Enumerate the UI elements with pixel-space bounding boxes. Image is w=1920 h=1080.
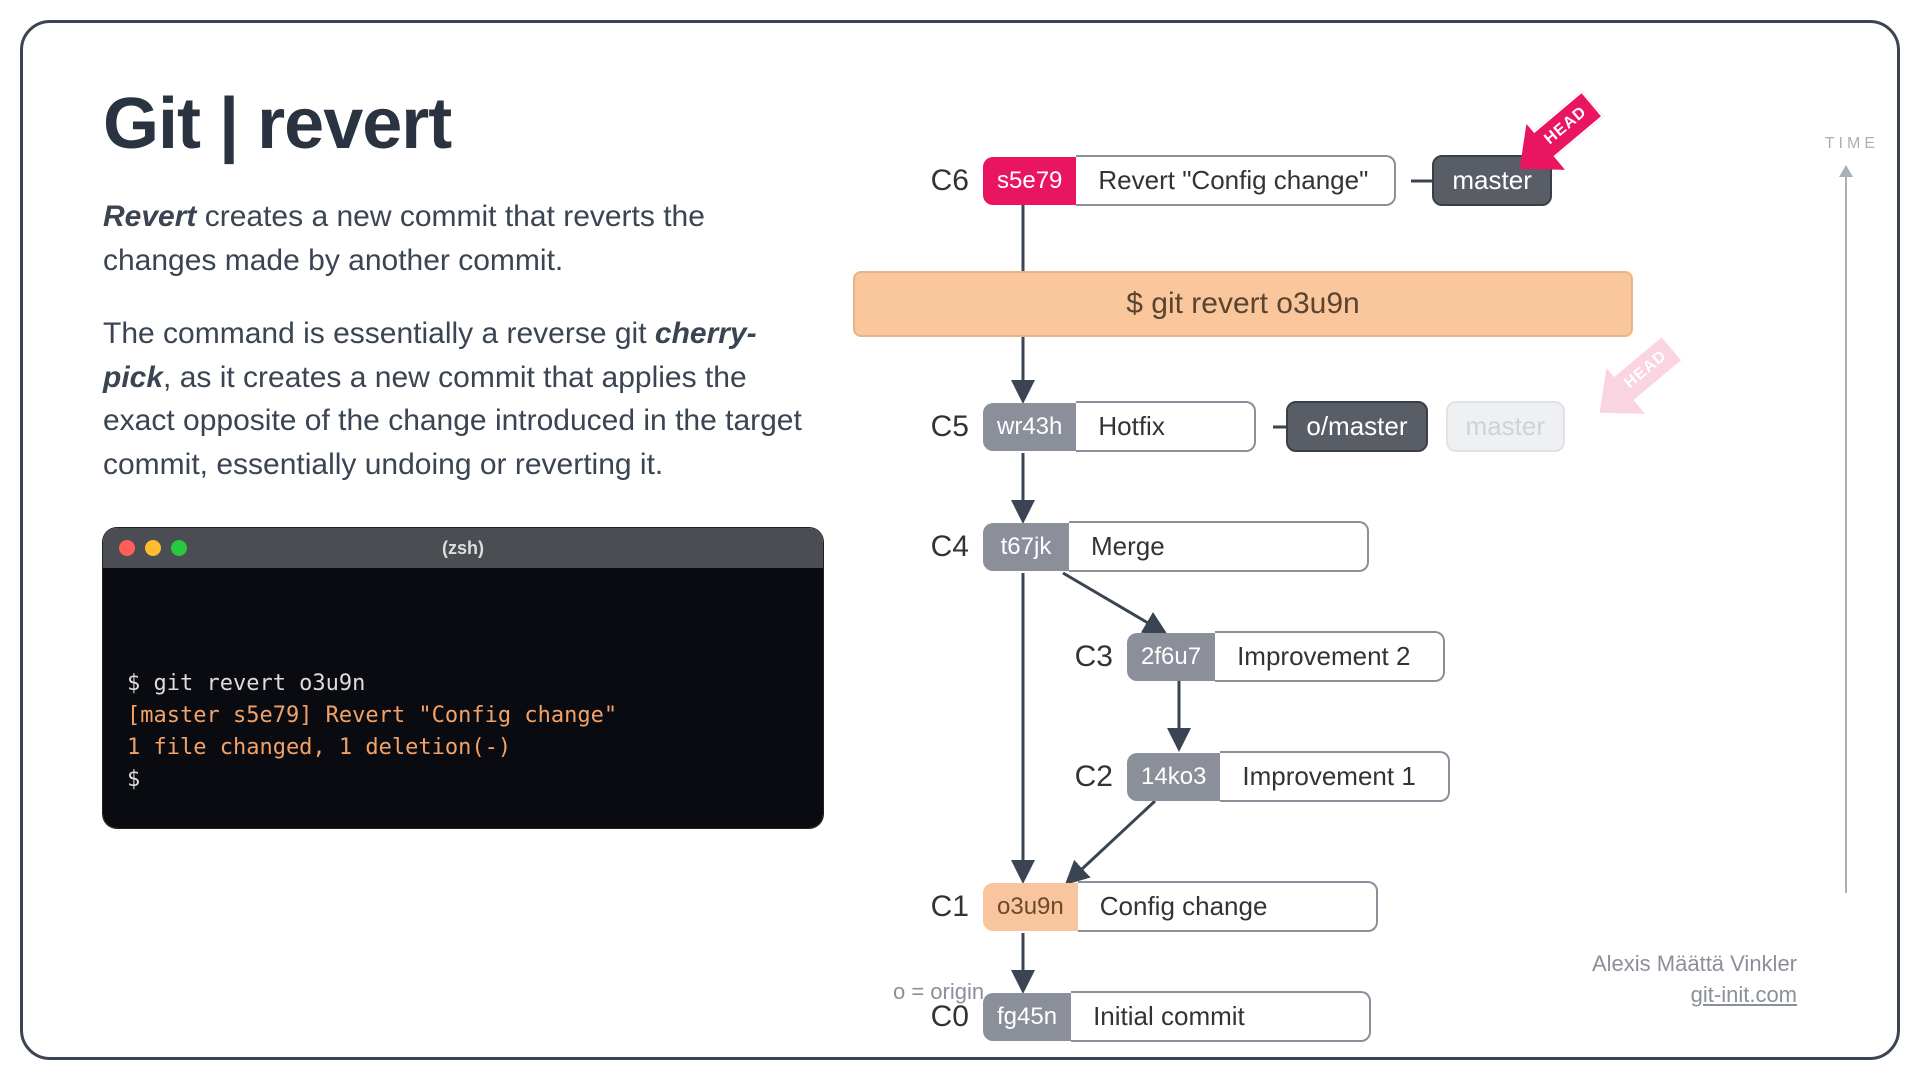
ghost-master-tag: master [1446, 401, 1565, 452]
commit-c4-label: C4 [905, 530, 969, 564]
commit-c3-msg: Improvement 2 [1215, 631, 1445, 682]
commit-c0-hash: fg45n [983, 993, 1071, 1041]
time-axis-line [1845, 173, 1847, 893]
commit-c5-hash: wr43h [983, 403, 1076, 451]
terminal-body: $ git revert o3u9n [master s5e79] Revert… [103, 568, 823, 828]
slide-frame: Git | revert Revert creates a new commit… [20, 20, 1900, 1060]
commit-c0-msg: Initial commit [1071, 991, 1371, 1042]
commit-c3: C3 2f6u7 Improvement 2 [1049, 631, 1445, 682]
commit-c6-msg: Revert "Config change" [1076, 155, 1396, 206]
commit-c2-hash: 14ko3 [1127, 753, 1220, 801]
commit-c2-label: C2 [1049, 760, 1113, 794]
terminal-command: $ git revert o3u9n [127, 668, 799, 700]
commit-c3-hash: 2f6u7 [1127, 633, 1215, 681]
origin-legend: o = origin [893, 979, 984, 1005]
commit-c3-label: C3 [1049, 640, 1113, 674]
revert-keyword: Revert [103, 200, 196, 233]
terminal-prompt: $ [127, 764, 799, 796]
command-bar: $ git revert o3u9n [853, 271, 1633, 337]
commit-c5-label: C5 [905, 410, 969, 444]
commit-c6: C6 s5e79 Revert "Config change" master [905, 155, 1552, 206]
terminal-titlebar: (zsh) [103, 528, 823, 568]
commit-c2: C2 14ko3 Improvement 1 [1049, 751, 1450, 802]
paragraph-1: Revert creates a new commit that reverts… [103, 195, 823, 282]
remote-master-tag: o/master [1286, 401, 1427, 452]
commit-c1-label: C1 [905, 890, 969, 924]
commit-c1-msg: Config change [1078, 881, 1378, 932]
commit-c4-msg: Merge [1069, 521, 1369, 572]
commit-c6-label: C6 [905, 164, 969, 198]
commit-c6-hash: s5e79 [983, 157, 1076, 205]
commit-c5: C5 wr43h Hotfix o/master master [905, 401, 1565, 452]
paragraph-2: The command is essentially a reverse git… [103, 312, 823, 486]
time-axis-label: TIME [1825, 135, 1879, 153]
terminal-shell-name: (zsh) [103, 538, 823, 559]
credit-site: git-init.com [1592, 980, 1797, 1011]
time-axis-arrow-icon [1839, 165, 1853, 177]
commit-c1-hash: o3u9n [983, 883, 1078, 931]
terminal-window: (zsh) $ git revert o3u9n [master s5e79] … [103, 528, 823, 828]
credit-block: Alexis Määttä Vinkler git-init.com [1592, 949, 1797, 1011]
head-pointer-ghost-icon: HEAD [1608, 334, 1683, 405]
commit-c4-hash: t67jk [983, 523, 1069, 571]
commit-c5-msg: Hotfix [1076, 401, 1256, 452]
p2-rest: , as it creates a new commit that applie… [103, 361, 802, 481]
commit-c2-msg: Improvement 1 [1220, 751, 1450, 802]
terminal-output-1: [master s5e79] Revert "Config change" [127, 700, 799, 732]
commit-c1: C1 o3u9n Config change [905, 881, 1378, 932]
commit-c4: C4 t67jk Merge [905, 521, 1369, 572]
git-graph: C6 s5e79 Revert "Config change" master H… [893, 133, 1853, 1023]
terminal-output-2: 1 file changed, 1 deletion(-) [127, 732, 799, 764]
p2-pre: The command is essentially a reverse git [103, 317, 655, 350]
credit-name: Alexis Määttä Vinkler [1592, 949, 1797, 980]
